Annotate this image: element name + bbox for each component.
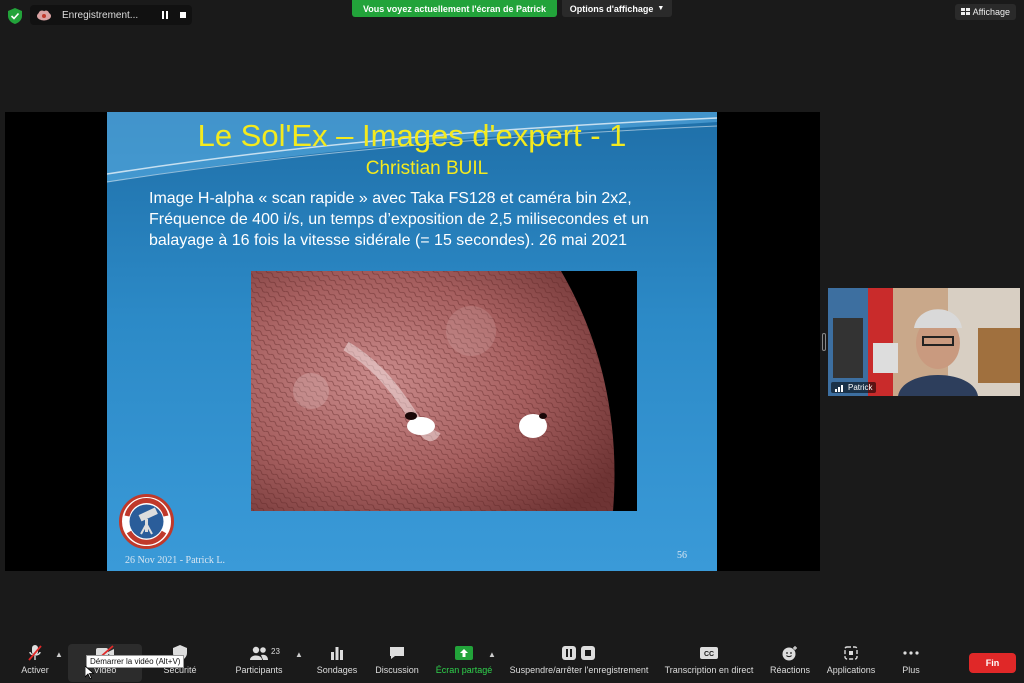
chat-button[interactable]: Discussion [374, 644, 420, 682]
reactions-button[interactable]: Réactions [768, 644, 812, 682]
cloud-recording-icon [37, 10, 51, 21]
grid-icon [960, 8, 970, 15]
stop-recording-button[interactable] [174, 7, 192, 23]
mouse-cursor-icon [85, 666, 94, 679]
video-panel-resize-handle[interactable] [822, 333, 826, 351]
recording-label: Enregistrement... [62, 9, 139, 21]
slide-body-line: balayage à 16 fois la vitesse sidérale (… [149, 232, 628, 249]
slide-footer: 26 Nov 2021 - Patrick L. [125, 555, 225, 566]
slide-subtitle: Christian BUIL [365, 158, 489, 179]
end-meeting-button[interactable]: Fin [969, 653, 1016, 673]
participants-options-caret-icon[interactable]: ▲ [295, 650, 303, 659]
screen-share-banner: Vous voyez actuellement l'écran de Patri… [352, 0, 557, 17]
ellipsis-icon [901, 644, 921, 662]
participant-name: Patrick [848, 383, 873, 392]
view-options-button[interactable]: Options d'affichage ▼ [562, 0, 672, 17]
microphone-muted-icon [25, 644, 45, 662]
participant-video-feed [828, 288, 1020, 396]
zoom-meeting-window: Enregistrement... Vous voyez actuellemen… [0, 0, 1024, 683]
apps-icon [841, 644, 861, 662]
participant-name-label: Patrick [831, 382, 877, 393]
live-transcript-label: Transcription en direct [664, 665, 754, 675]
signal-bars-icon [835, 384, 843, 392]
share-screen-button[interactable]: Écran partagé [432, 644, 496, 682]
slide-body-line: Image H-alpha « scan rapide » avec Taka … [149, 190, 632, 207]
polls-label: Sondages [316, 665, 358, 675]
participant-video-tile[interactable]: Patrick [828, 288, 1020, 396]
view-button[interactable]: Affichage [954, 4, 1016, 20]
unmute-button[interactable]: Activer [18, 644, 52, 682]
cc-text: CC [704, 651, 714, 658]
slide-page-number: 56 [677, 550, 687, 561]
chat-label: Discussion [375, 665, 419, 675]
chevron-down-icon: ▼ [657, 5, 665, 12]
pause-icon [162, 11, 168, 19]
pause-stop-recording-button[interactable]: Suspendre/arrêter l'enregistrement [506, 644, 652, 682]
security-shield-icon[interactable] [8, 8, 22, 24]
stop-icon [180, 12, 186, 18]
live-transcript-button[interactable]: CC Transcription en direct [662, 644, 756, 682]
audio-options-caret-icon[interactable]: ▲ [55, 650, 63, 659]
more-button[interactable]: Plus [896, 644, 926, 682]
presentation-slide: Le Sol'Ex – Images d'expert - 1 Christia… [107, 112, 717, 571]
closed-captions-icon: CC [699, 644, 719, 662]
participants-icon [249, 644, 269, 662]
unmute-label: Activer [21, 665, 49, 675]
chat-bubble-icon [387, 644, 407, 662]
view-button-label: Affichage [972, 7, 1010, 17]
slide-title: Le Sol'Ex – Images d'expert - 1 [197, 118, 627, 153]
slide-body-line: Fréquence de 400 i/s, un temps d’exposit… [149, 211, 649, 228]
recording-control-label: Suspendre/arrêter l'enregistrement [509, 665, 649, 675]
applications-label: Applications [826, 665, 876, 675]
applications-button[interactable]: Applications [822, 644, 880, 682]
view-options-label: Options d'affichage [569, 3, 654, 14]
shared-screen: Le Sol'Ex – Images d'expert - 1 Christia… [5, 112, 820, 571]
participants-count: 23 [271, 647, 280, 656]
more-label: Plus [902, 665, 920, 675]
bar-chart-icon [327, 644, 347, 662]
pause-recording-button[interactable] [156, 7, 174, 23]
share-screen-icon [454, 644, 474, 662]
pause-stop-recording-icon [561, 644, 597, 662]
slide-body-text: Image H-alpha « scan rapide » avec Taka … [149, 188, 709, 251]
start-video-tooltip: Démarrer la vidéo (Alt+V) [86, 655, 185, 668]
recording-indicator: Enregistrement... [30, 5, 192, 25]
sun-h-alpha-image [251, 271, 637, 511]
smiley-icon [780, 644, 800, 662]
polls-button[interactable]: Sondages [316, 644, 358, 682]
share-options-caret-icon[interactable]: ▲ [488, 650, 496, 659]
share-screen-label: Écran partagé [435, 665, 493, 675]
reactions-label: Réactions [769, 665, 811, 675]
participants-label: Participants [235, 665, 283, 675]
club-astronomie-logo [119, 494, 174, 549]
